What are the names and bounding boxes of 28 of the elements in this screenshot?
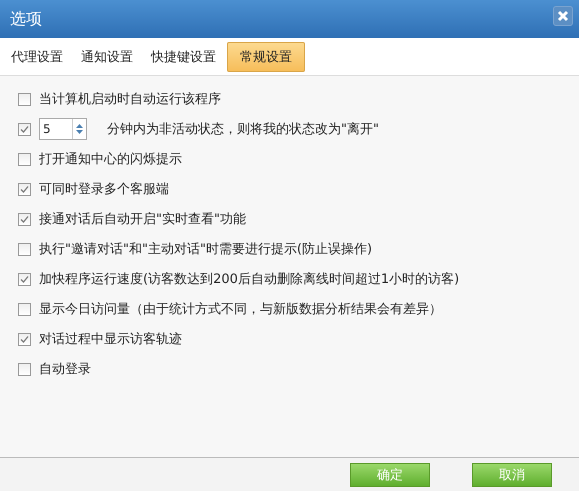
- checkbox[interactable]: [18, 182, 31, 196]
- checkbox[interactable]: [18, 92, 31, 106]
- number-spinner[interactable]: 5: [39, 118, 87, 140]
- tab[interactable]: 通知设置: [74, 42, 140, 72]
- option-label: 当计算机启动时自动运行该程序: [39, 91, 221, 108]
- checkbox[interactable]: [18, 332, 31, 346]
- option-label: 接通对话后自动开启"实时查看"功能: [39, 211, 246, 228]
- option-label: 可同时登录多个客服端: [39, 181, 169, 198]
- checkbox[interactable]: [18, 242, 31, 256]
- checkbox[interactable]: [18, 362, 31, 376]
- tab[interactable]: 快捷键设置: [144, 42, 223, 72]
- tab[interactable]: 常规设置: [227, 42, 305, 72]
- option-label: 执行"邀请对话"和"主动对话"时需要进行提示(防止误操作): [39, 241, 372, 258]
- option-label: 自动登录: [39, 361, 91, 378]
- option-label: 分钟内为非活动状态，则将我的状态改为"离开": [107, 121, 379, 138]
- option-label: 打开通知中心的闪烁提示: [39, 151, 182, 168]
- tab[interactable]: 代理设置: [4, 42, 70, 72]
- close-icon: [557, 10, 569, 22]
- option-label: 显示今日访问量（由于统计方式不同，与新版数据分析结果会有差异）: [39, 301, 442, 318]
- checkbox[interactable]: [18, 152, 31, 166]
- checkbox[interactable]: [18, 302, 31, 316]
- checkbox[interactable]: [18, 122, 31, 136]
- window-title: 选项: [10, 8, 42, 30]
- checkbox[interactable]: [18, 212, 31, 226]
- checkbox[interactable]: [18, 272, 31, 286]
- close-button[interactable]: [553, 6, 573, 26]
- option-label: 对话过程中显示访客轨迹: [39, 331, 182, 348]
- option-label: 加快程序运行速度(访客数达到200后自动删除离线时间超过1小时的访客): [39, 271, 460, 288]
